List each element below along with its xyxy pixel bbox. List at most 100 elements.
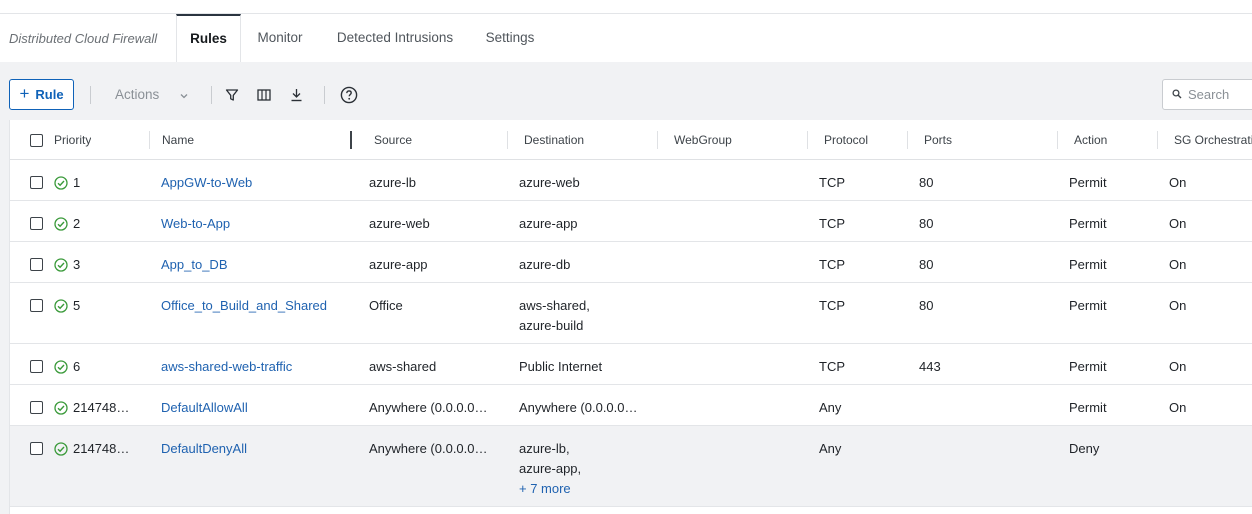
- column-divider: [807, 131, 808, 149]
- destination-cell: Public Internet: [519, 359, 603, 374]
- action-cell: Deny: [1069, 441, 1100, 456]
- chevron-down-icon: [180, 87, 188, 102]
- ports-cell: 443: [919, 359, 941, 374]
- row-checkbox[interactable]: [30, 401, 43, 414]
- toolbar-divider: [90, 86, 91, 104]
- action-cell: Permit: [1069, 216, 1107, 231]
- action-cell: Permit: [1069, 257, 1107, 272]
- check-circle-icon: [54, 442, 68, 456]
- column-header-name[interactable]: Name: [162, 120, 194, 160]
- check-circle-icon: [54, 217, 68, 231]
- actions-dropdown[interactable]: Actions: [106, 79, 198, 110]
- top-strip: [0, 0, 1252, 14]
- actions-label: Actions: [115, 87, 160, 102]
- source-cell: aws-shared: [369, 359, 437, 374]
- rule-name-link[interactable]: DefaultAllowAll: [161, 398, 248, 418]
- rules-toolbar: + Rule Actions Search: [0, 62, 1252, 120]
- priority-cell: 214748…: [73, 400, 130, 415]
- column-divider: [907, 131, 908, 149]
- rule-name-link[interactable]: Web-to-App: [161, 214, 230, 234]
- priority-cell: 6: [73, 359, 81, 374]
- table-row[interactable]: 5 Office_to_Build_and_Shared Office aws-…: [10, 283, 1252, 344]
- app-title: Distributed Cloud Firewall: [9, 31, 158, 46]
- table-row[interactable]: 214748… DefaultDenyAll Anywhere (0.0.0.0…: [10, 426, 1252, 507]
- rule-name-link[interactable]: App_to_DB: [161, 255, 228, 275]
- sg-orchestration-cell: On: [1169, 298, 1187, 313]
- download-icon[interactable]: [285, 84, 307, 106]
- column-divider: [1157, 131, 1158, 149]
- destination-cell: aws-shared,: [519, 298, 590, 313]
- sg-orchestration-cell: On: [1169, 257, 1187, 272]
- destination-more-link[interactable]: + 7 more: [519, 479, 571, 499]
- protocol-cell: TCP: [819, 359, 845, 374]
- action-cell: Permit: [1069, 175, 1107, 190]
- columns-icon[interactable]: [253, 84, 275, 106]
- column-header-priority[interactable]: Priority: [54, 120, 91, 160]
- priority-cell: 5: [73, 298, 81, 313]
- destination-cell: azure-web: [519, 175, 580, 190]
- action-cell: Permit: [1069, 298, 1107, 313]
- action-cell: Permit: [1069, 359, 1107, 374]
- filter-icon[interactable]: [221, 84, 243, 106]
- table-row[interactable]: 3 App_to_DB azure-app azure-db TCP 80 Pe…: [10, 242, 1252, 283]
- column-divider: [1057, 131, 1058, 149]
- tab-settings[interactable]: Settings: [476, 14, 544, 62]
- check-circle-icon: [54, 258, 68, 272]
- add-rule-label: Rule: [35, 87, 64, 102]
- row-checkbox[interactable]: [30, 176, 43, 189]
- column-divider: [657, 131, 658, 149]
- row-checkbox[interactable]: [30, 442, 43, 455]
- column-header-webgroup[interactable]: WebGroup: [674, 120, 732, 160]
- table-row[interactable]: 214748… DefaultAllowAll Anywhere (0.0.0.…: [10, 385, 1252, 426]
- sg-orchestration-cell: On: [1169, 175, 1187, 190]
- check-circle-icon: [54, 360, 68, 374]
- search-placeholder: Search: [1188, 87, 1230, 102]
- source-cell: Office: [369, 298, 403, 313]
- row-checkbox[interactable]: [30, 258, 43, 271]
- rule-name-link[interactable]: aws-shared-web-traffic: [161, 357, 292, 377]
- sg-orchestration-cell: On: [1169, 359, 1187, 374]
- column-header-sg-orchestration[interactable]: SG Orchestration: [1174, 120, 1252, 160]
- column-divider: [149, 131, 150, 149]
- priority-cell: 2: [73, 216, 81, 231]
- row-checkbox[interactable]: [30, 217, 43, 230]
- priority-cell: 214748…: [73, 441, 130, 456]
- toolbar-divider: [324, 86, 325, 104]
- protocol-cell: TCP: [819, 257, 845, 272]
- add-rule-button[interactable]: + Rule: [9, 79, 74, 110]
- destination-cell: Anywhere (0.0.0.0…: [519, 400, 638, 415]
- rule-name-link[interactable]: AppGW-to-Web: [161, 173, 252, 193]
- search-icon: [1172, 87, 1182, 102]
- column-header-source[interactable]: Source: [374, 120, 412, 160]
- toolbar-divider: [211, 86, 212, 104]
- check-circle-icon: [54, 176, 68, 190]
- source-cell: azure-web: [369, 216, 430, 231]
- rule-name-link[interactable]: DefaultDenyAll: [161, 439, 247, 459]
- help-icon[interactable]: [338, 84, 360, 106]
- rule-name-link[interactable]: Office_to_Build_and_Shared: [161, 296, 327, 316]
- protocol-cell: TCP: [819, 175, 845, 190]
- column-header-destination[interactable]: Destination: [524, 120, 584, 160]
- ports-cell: 80: [919, 298, 934, 313]
- column-header-action[interactable]: Action: [1074, 120, 1107, 160]
- protocol-cell: Any: [819, 441, 842, 456]
- rules-table: Priority Name Source Destination WebGrou…: [9, 120, 1252, 514]
- destination-cell: azure-build: [519, 318, 584, 333]
- ports-cell: 80: [919, 216, 934, 231]
- destination-cell: azure-app,: [519, 461, 582, 476]
- column-resize-handle[interactable]: [350, 131, 352, 149]
- table-row[interactable]: 6 aws-shared-web-traffic aws-shared Publ…: [10, 344, 1252, 385]
- table-row[interactable]: 2 Web-to-App azure-web azure-app TCP 80 …: [10, 201, 1252, 242]
- row-checkbox[interactable]: [30, 360, 43, 373]
- table-row[interactable]: 1 AppGW-to-Web azure-lb azure-web TCP 80…: [10, 160, 1252, 201]
- search-input[interactable]: Search: [1162, 79, 1252, 110]
- column-header-protocol[interactable]: Protocol: [824, 120, 868, 160]
- destination-cell: azure-lb,: [519, 441, 570, 456]
- ports-cell: 80: [919, 257, 934, 272]
- tab-detected-intrusions[interactable]: Detected Intrusions: [326, 14, 464, 62]
- tab-monitor[interactable]: Monitor: [245, 14, 315, 62]
- tab-rules[interactable]: Rules: [176, 14, 241, 62]
- column-header-ports[interactable]: Ports: [924, 120, 952, 160]
- row-checkbox[interactable]: [30, 299, 43, 312]
- select-all-checkbox[interactable]: [30, 134, 43, 147]
